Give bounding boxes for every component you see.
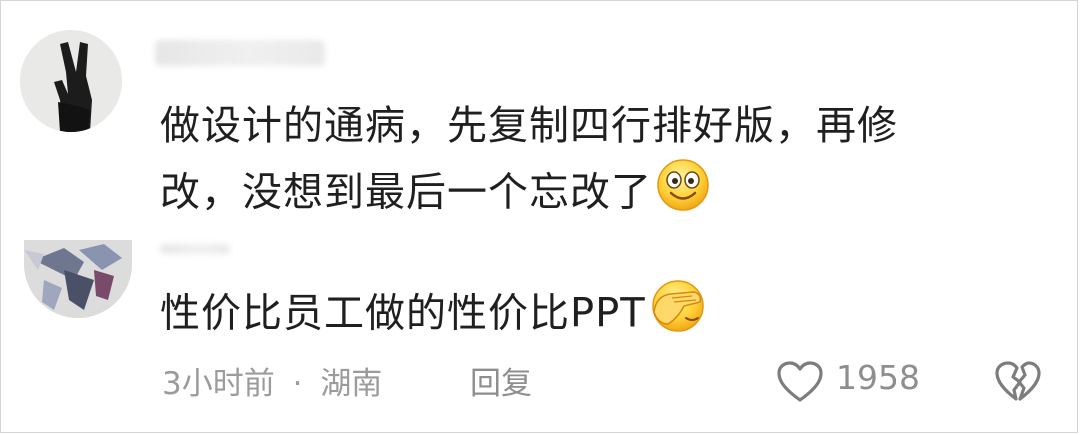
heart-outline-icon[interactable] [776,360,824,408]
facepalm-emoji [646,278,710,353]
smile-emoji [652,158,710,231]
hand-peace-avatar-image [20,30,122,132]
broken-heart-icon[interactable] [994,360,1042,408]
username-redacted [155,40,325,66]
comment-text: 做设计的通病，先复制四行排好版，再修 改，没想到最后一个忘改了 [160,94,898,231]
comment-text-line: 性价比员工做的性价比PPT [160,290,646,337]
avatar[interactable] [24,240,132,318]
like-count: 1958 [836,358,920,397]
avatar[interactable] [20,30,122,132]
meta-separator: · [292,366,303,402]
comment-text: 性价比员工做的性价比PPT [160,278,710,353]
comment-text-line-1: 做设计的通病，先复制四行排好版，再修 [160,103,898,149]
timestamp: 3小时前 [162,366,275,402]
reply-button[interactable]: 回复 [470,358,532,403]
comment-text-line-2: 改，没想到最后一个忘改了 [160,158,898,231]
username-redacted [160,244,230,254]
robot-avatar-image [24,240,132,318]
location: 湖南 [320,366,383,402]
comment-text-line-2-text: 改，没想到最后一个忘改了 [160,169,652,216]
comment-meta: 3小时前 · 湖南 [162,358,382,403]
